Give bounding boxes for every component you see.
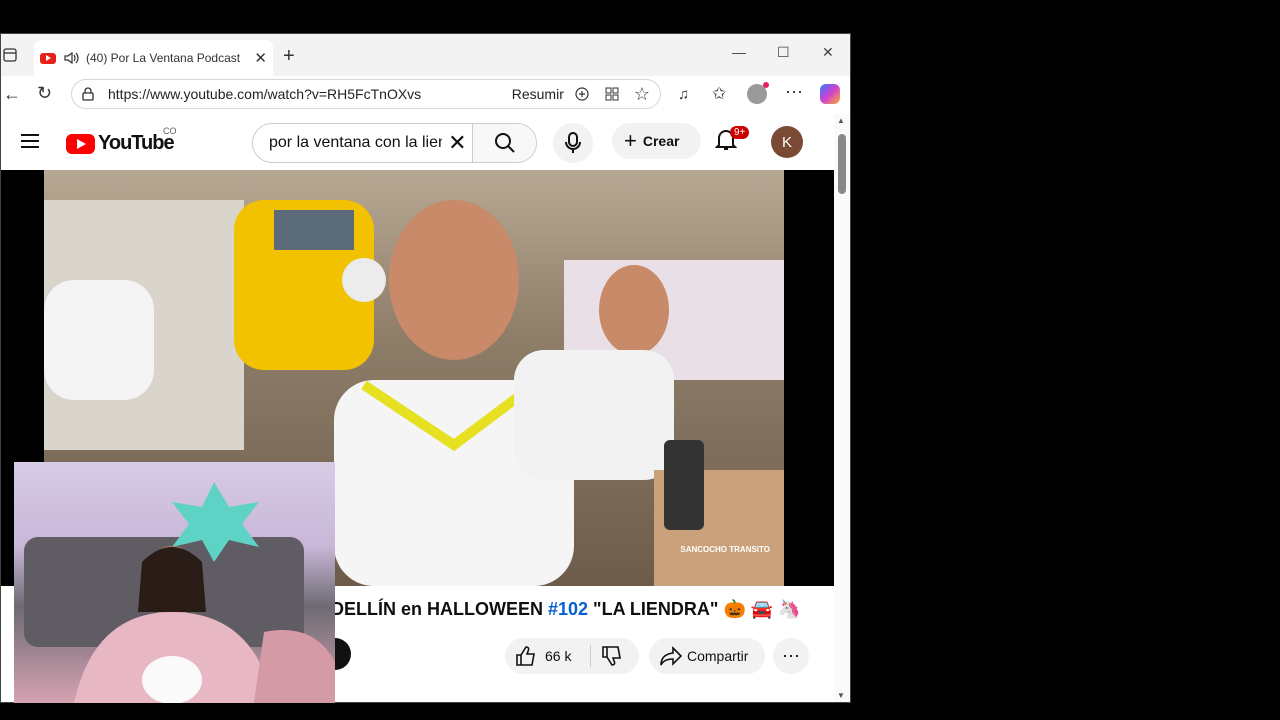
video-title-part2: "LA LIENDRA" 🎃 🚘 🦄 <box>588 599 801 619</box>
youtube-header: YouTube CO por la ventana con la lien ✕ … <box>1 114 834 170</box>
url-text[interactable]: https://www.youtube.com/watch?v=RH5FcTnO… <box>108 86 512 102</box>
webcam-overlay <box>14 462 335 703</box>
like-count: 66 k <box>545 648 572 664</box>
profile-alert-dot <box>763 82 769 88</box>
account-avatar[interactable]: K <box>771 126 803 158</box>
country-code: CO <box>163 126 177 136</box>
back-icon[interactable]: ← <box>3 84 21 105</box>
search-input[interactable]: por la ventana con la lien <box>253 134 442 152</box>
close-window-icon[interactable]: ✕ <box>822 44 834 61</box>
clear-search-icon[interactable]: ✕ <box>442 130 472 156</box>
speaker-icon[interactable] <box>64 51 80 65</box>
lock-icon <box>82 87 94 101</box>
browser-tab[interactable]: (40) Por La Ventana Podcast ✕ <box>34 40 273 76</box>
thumbs-up-icon <box>516 646 535 666</box>
scrollbar-thumb[interactable] <box>838 134 846 194</box>
address-bar[interactable]: https://www.youtube.com/watch?v=RH5FcTnO… <box>71 79 661 109</box>
video-watermark: SANCOCHO TRANSITO <box>680 545 770 554</box>
youtube-logo[interactable]: YouTube CO <box>66 126 177 155</box>
translate-icon[interactable] <box>574 86 590 102</box>
video-hashtag-link[interactable]: #102 <box>548 599 588 619</box>
create-button[interactable]: + Crear <box>612 123 701 159</box>
search-icon <box>494 133 515 153</box>
scroll-down-arrow-icon[interactable]: ▼ <box>837 691 845 700</box>
youtube-play-icon <box>66 133 95 154</box>
scroll-up-arrow-icon[interactable]: ▲ <box>837 116 845 125</box>
video-title-part1: DELLÍN en HALLOWEEN <box>331 599 548 619</box>
apps-icon[interactable] <box>604 86 620 102</box>
resumir-button[interactable]: Resumir <box>512 86 564 102</box>
youtube-favicon-icon <box>40 52 56 64</box>
close-tab-icon[interactable]: ✕ <box>254 49 267 67</box>
thumbs-down-icon <box>602 646 621 666</box>
favorite-star-icon[interactable]: ☆ <box>634 84 650 105</box>
more-actions-button[interactable]: ⋯ <box>773 638 809 674</box>
browser-toolbar: ← ↻ https://www.youtube.com/watch?v=RH5F… <box>1 76 850 114</box>
search-box[interactable]: por la ventana con la lien ✕ <box>252 123 537 163</box>
share-label: Compartir <box>687 648 749 664</box>
new-tab-icon[interactable]: + <box>283 45 295 68</box>
page-scrollbar[interactable]: ▲ ▼ <box>834 114 850 702</box>
create-label: Crear <box>642 133 680 149</box>
microphone-icon <box>565 132 581 153</box>
tab-strip: (40) Por La Ventana Podcast ✕ + — ☐ ✕ <box>1 34 850 76</box>
tab-title: (40) Por La Ventana Podcast <box>86 51 241 65</box>
like-dislike-group: 66 k <box>505 638 639 674</box>
refresh-icon[interactable]: ↻ <box>37 83 52 104</box>
like-button[interactable]: 66 k <box>505 645 591 667</box>
dislike-button[interactable] <box>591 645 623 667</box>
share-button[interactable]: Compartir <box>649 638 765 674</box>
notification-badge: 9+ <box>730 126 750 139</box>
webcam-scene <box>24 482 335 703</box>
tab-actions-icon[interactable] <box>3 48 17 62</box>
more-menu-icon[interactable]: ⋯ <box>785 82 803 103</box>
voice-search-button[interactable] <box>553 123 593 163</box>
copilot-icon[interactable] <box>820 84 840 104</box>
hamburger-menu-icon[interactable] <box>21 133 39 149</box>
share-arrow-icon <box>660 646 683 666</box>
maximize-icon[interactable]: ☐ <box>777 44 790 61</box>
video-title: DELLÍN en HALLOWEEN #102 "LA LIENDRA" 🎃 … <box>331 599 801 620</box>
plus-icon: + <box>624 128 637 153</box>
media-icon[interactable]: ♫ <box>678 86 689 103</box>
search-button[interactable] <box>472 124 536 162</box>
minimize-icon[interactable]: — <box>732 44 746 60</box>
favorites-icon[interactable]: ✩ <box>712 84 726 104</box>
